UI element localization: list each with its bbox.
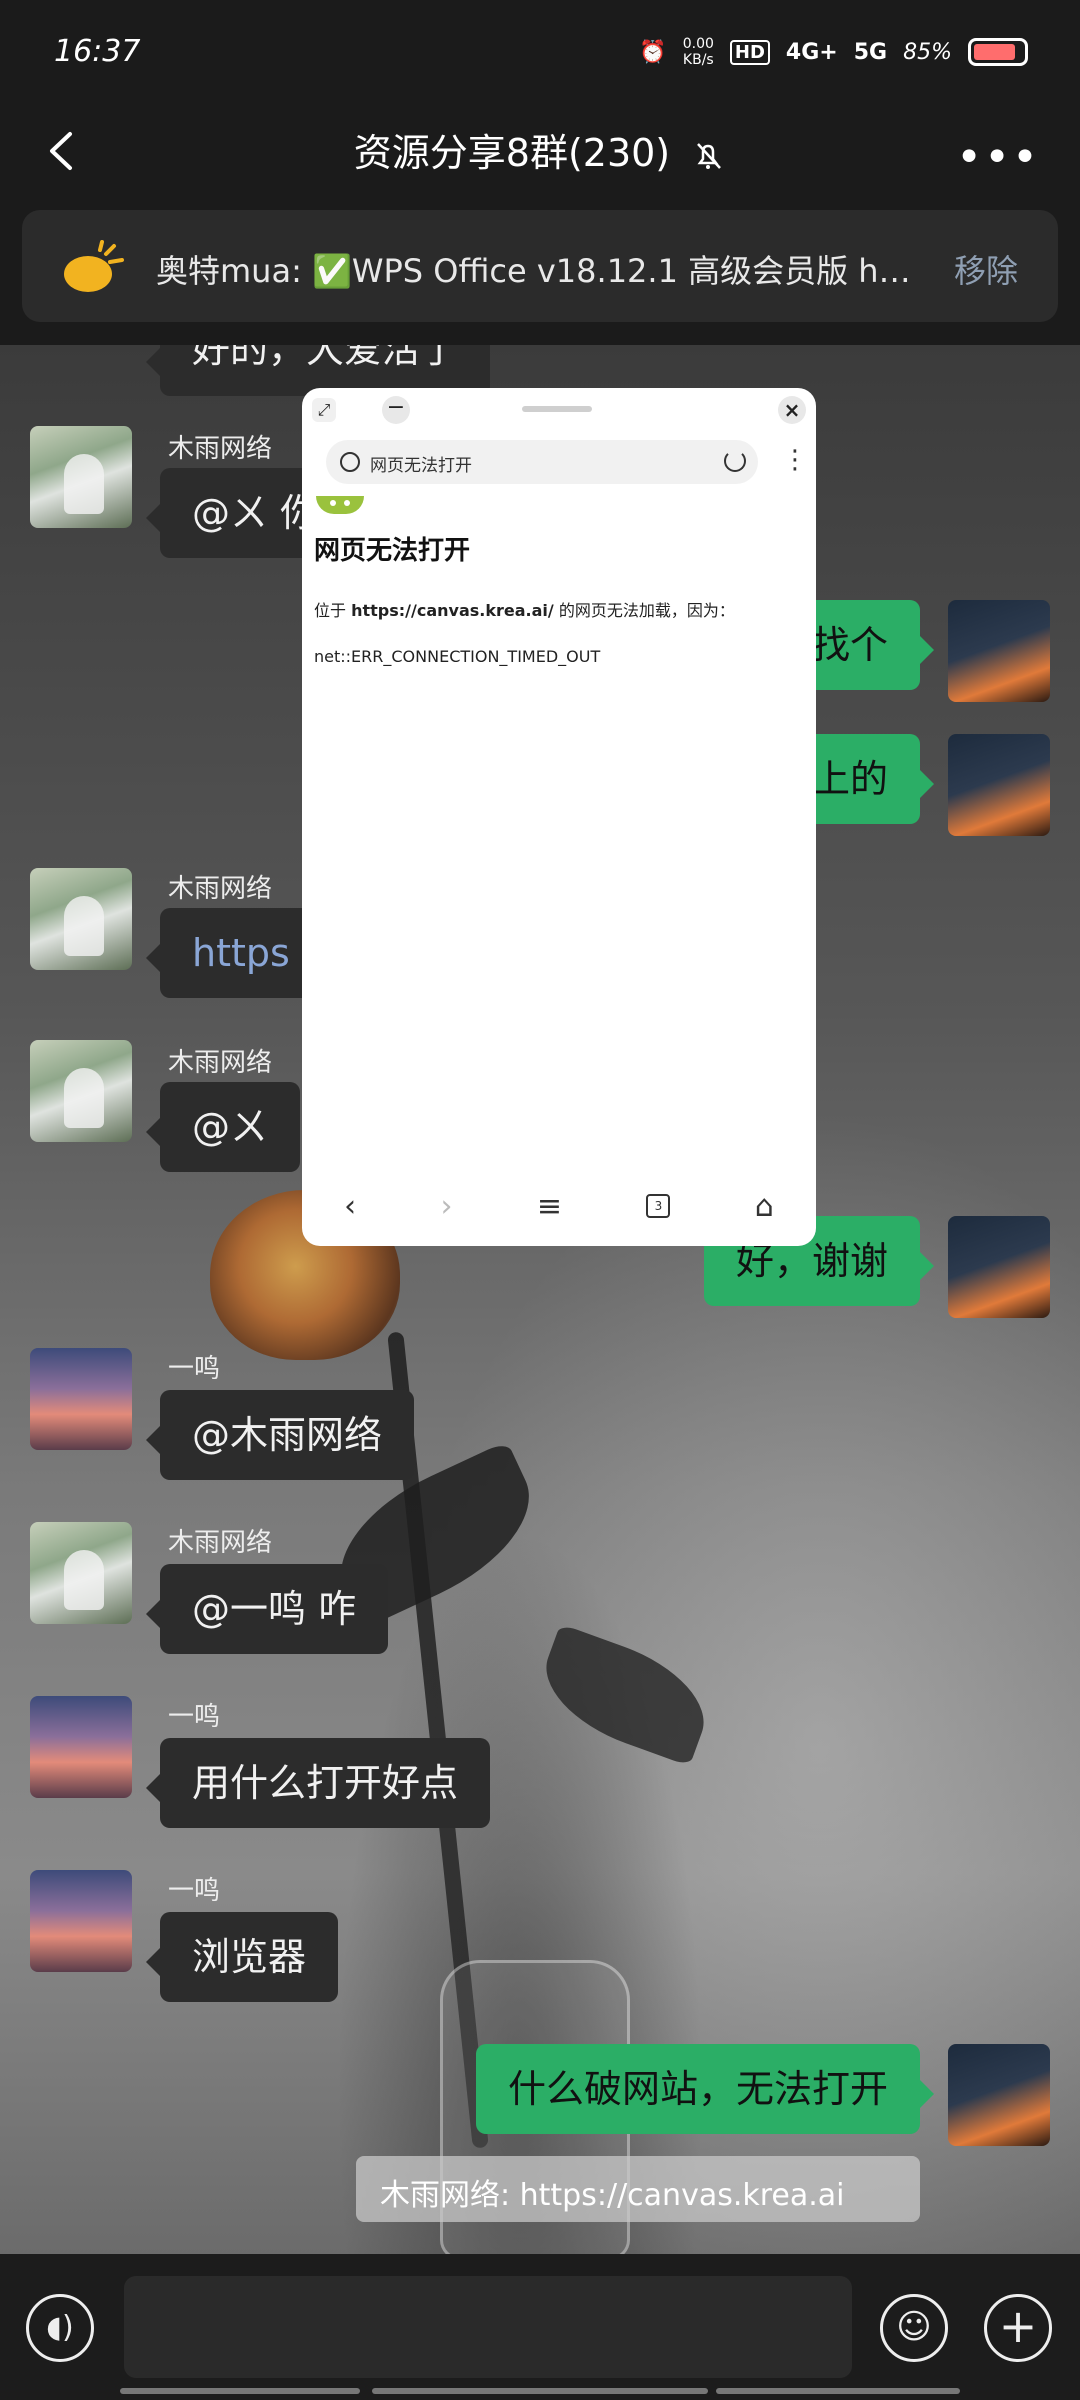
- error-body: 位于 https://canvas.krea.ai/ 的网页无法加载，因为： n…: [314, 588, 804, 680]
- floating-window-titlebar[interactable]: ⤢ − ×: [302, 388, 816, 430]
- message-bubble[interactable]: @一鸣 咋: [145, 1564, 389, 1654]
- avatar[interactable]: [30, 1696, 132, 1798]
- expand-icon[interactable]: ⤢: [312, 398, 336, 422]
- error-suffix: 的网页无法加载，因为：: [553, 601, 735, 620]
- sender-name: 一鸣: [168, 1702, 221, 1732]
- chat-title: 资源分享8群(230): [353, 131, 671, 175]
- message-text: @ㄨ: [192, 1105, 269, 1149]
- close-icon[interactable]: ×: [778, 396, 806, 424]
- address-bar[interactable]: 网页无法打开: [326, 440, 758, 484]
- voice-icon[interactable]: ◖): [26, 2294, 94, 2362]
- home-icon[interactable]: ⌂: [755, 1189, 774, 1224]
- avatar[interactable]: [948, 2044, 1050, 2146]
- bell-off-icon: [697, 142, 722, 169]
- net-speed-value: 0.00: [682, 36, 714, 52]
- avatar[interactable]: [30, 1348, 132, 1450]
- pinned-text: 奥特mua: ✅WPS Office v18.12.1 高级会员版 h…: [156, 252, 911, 290]
- battery-fill: [974, 44, 1015, 60]
- signal-5g-icon: 5G: [853, 39, 888, 65]
- more-icon[interactable]: •••: [956, 132, 1040, 183]
- avatar[interactable]: [30, 426, 132, 528]
- alarm-icon: ⏰: [639, 39, 667, 65]
- minimize-icon[interactable]: −: [382, 396, 410, 424]
- status-icons: ⏰ 0.00 KB/s HD 4G+ 5G 85%: [639, 36, 1028, 68]
- sender-name: 一鸣: [168, 1354, 221, 1384]
- nav-forward-icon[interactable]: ›: [441, 1189, 453, 1224]
- browser-nav-bar: ‹ › ≡ 3 ⌂: [302, 1166, 816, 1246]
- message-text: @一鸣 咋: [192, 1587, 357, 1631]
- avatar[interactable]: [30, 1040, 132, 1142]
- message-bubble[interactable]: 什么破网站，无法打开: [475, 2044, 935, 2134]
- message-input[interactable]: [124, 2276, 852, 2378]
- message-bubble[interactable]: 用什么打开好点: [145, 1738, 491, 1828]
- sender-name: 木雨网络: [168, 1528, 273, 1558]
- tabs-icon[interactable]: 3: [646, 1194, 671, 1218]
- avatar[interactable]: [30, 868, 132, 970]
- status-bar: 16:37 ⏰ 0.00 KB/s HD 4G+ 5G 85%: [0, 0, 1080, 100]
- message-text: 什么破网站，无法打开: [507, 2067, 888, 2111]
- avatar[interactable]: [30, 1522, 132, 1624]
- plus-icon[interactable]: +: [984, 2294, 1052, 2362]
- net-speed: 0.00 KB/s: [683, 36, 714, 68]
- megaphone-icon: [64, 240, 124, 292]
- message-link[interactable]: https: [192, 931, 290, 975]
- chat-title-wrap[interactable]: 资源分享8群(230): [0, 122, 1080, 177]
- message-text: 上的: [811, 757, 888, 801]
- message-text: 浏览器: [192, 1935, 307, 1979]
- net-speed-unit: KB/s: [682, 52, 714, 68]
- sender-name: 木雨网络: [168, 1048, 273, 1078]
- avatar[interactable]: [948, 600, 1050, 702]
- gesture-bar: [120, 2388, 360, 2394]
- address-text: 网页无法打开: [370, 456, 472, 476]
- avatar[interactable]: [948, 1216, 1050, 1318]
- pinned-remove-button[interactable]: 移除: [954, 246, 1018, 292]
- quote-reference[interactable]: 木雨网络: https://canvas.krea.ai: [356, 2156, 920, 2222]
- android-icon: [316, 496, 364, 514]
- sender-name: 一鸣: [168, 1876, 221, 1906]
- signal-4g-icon: 4G+: [785, 39, 838, 65]
- hd-icon: HD: [729, 39, 770, 65]
- avatar[interactable]: [30, 1870, 132, 1972]
- message-bubble[interactable]: https: [146, 908, 322, 998]
- error-title: 网页无法打开: [314, 536, 471, 566]
- sender-name: 木雨网络: [168, 874, 273, 904]
- battery-percent: 85%: [903, 39, 952, 65]
- globe-icon: [340, 452, 360, 472]
- input-bar: ◖) ☺ +: [0, 2254, 1080, 2400]
- message-bubble[interactable]: 浏览器: [145, 1912, 339, 2002]
- message-text: 用什么打开好点: [192, 1761, 459, 1805]
- avatar[interactable]: [948, 734, 1050, 836]
- browser-menu-icon[interactable]: ⋮: [782, 440, 808, 480]
- message-text: @木雨网络: [192, 1413, 383, 1457]
- error-url: https://canvas.krea.ai/: [351, 601, 554, 620]
- drag-handle[interactable]: [522, 406, 592, 412]
- message-bubble[interactable]: @ㄨ: [145, 1082, 301, 1172]
- message-text: 找个: [811, 623, 888, 667]
- message-text: @ㄨ 你: [192, 491, 319, 535]
- sender-name: 木雨网络: [168, 434, 273, 464]
- gesture-bar: [716, 2388, 960, 2394]
- error-code: net::ERR_CONNECTION_TIMED_OUT: [314, 647, 601, 666]
- reload-icon[interactable]: [724, 450, 746, 472]
- gesture-bar: [372, 2388, 708, 2394]
- emoji-icon[interactable]: ☺: [880, 2294, 948, 2362]
- nav-menu-icon[interactable]: ≡: [537, 1189, 562, 1224]
- status-time: 16:37: [54, 34, 141, 69]
- nav-back-icon[interactable]: ‹: [344, 1189, 356, 1224]
- pinned-announcement-surface: 奥特mua: ✅WPS Office v18.12.1 高级会员版 h… 移除: [22, 210, 1058, 322]
- message-bubble[interactable]: @木雨网络: [145, 1390, 415, 1480]
- battery-icon: [968, 38, 1028, 66]
- error-prefix: 位于: [314, 601, 352, 620]
- floating-browser-window[interactable]: ⤢ − × 网页无法打开 ⋮ 网页无法打开 位于 https://canvas.…: [302, 388, 816, 1246]
